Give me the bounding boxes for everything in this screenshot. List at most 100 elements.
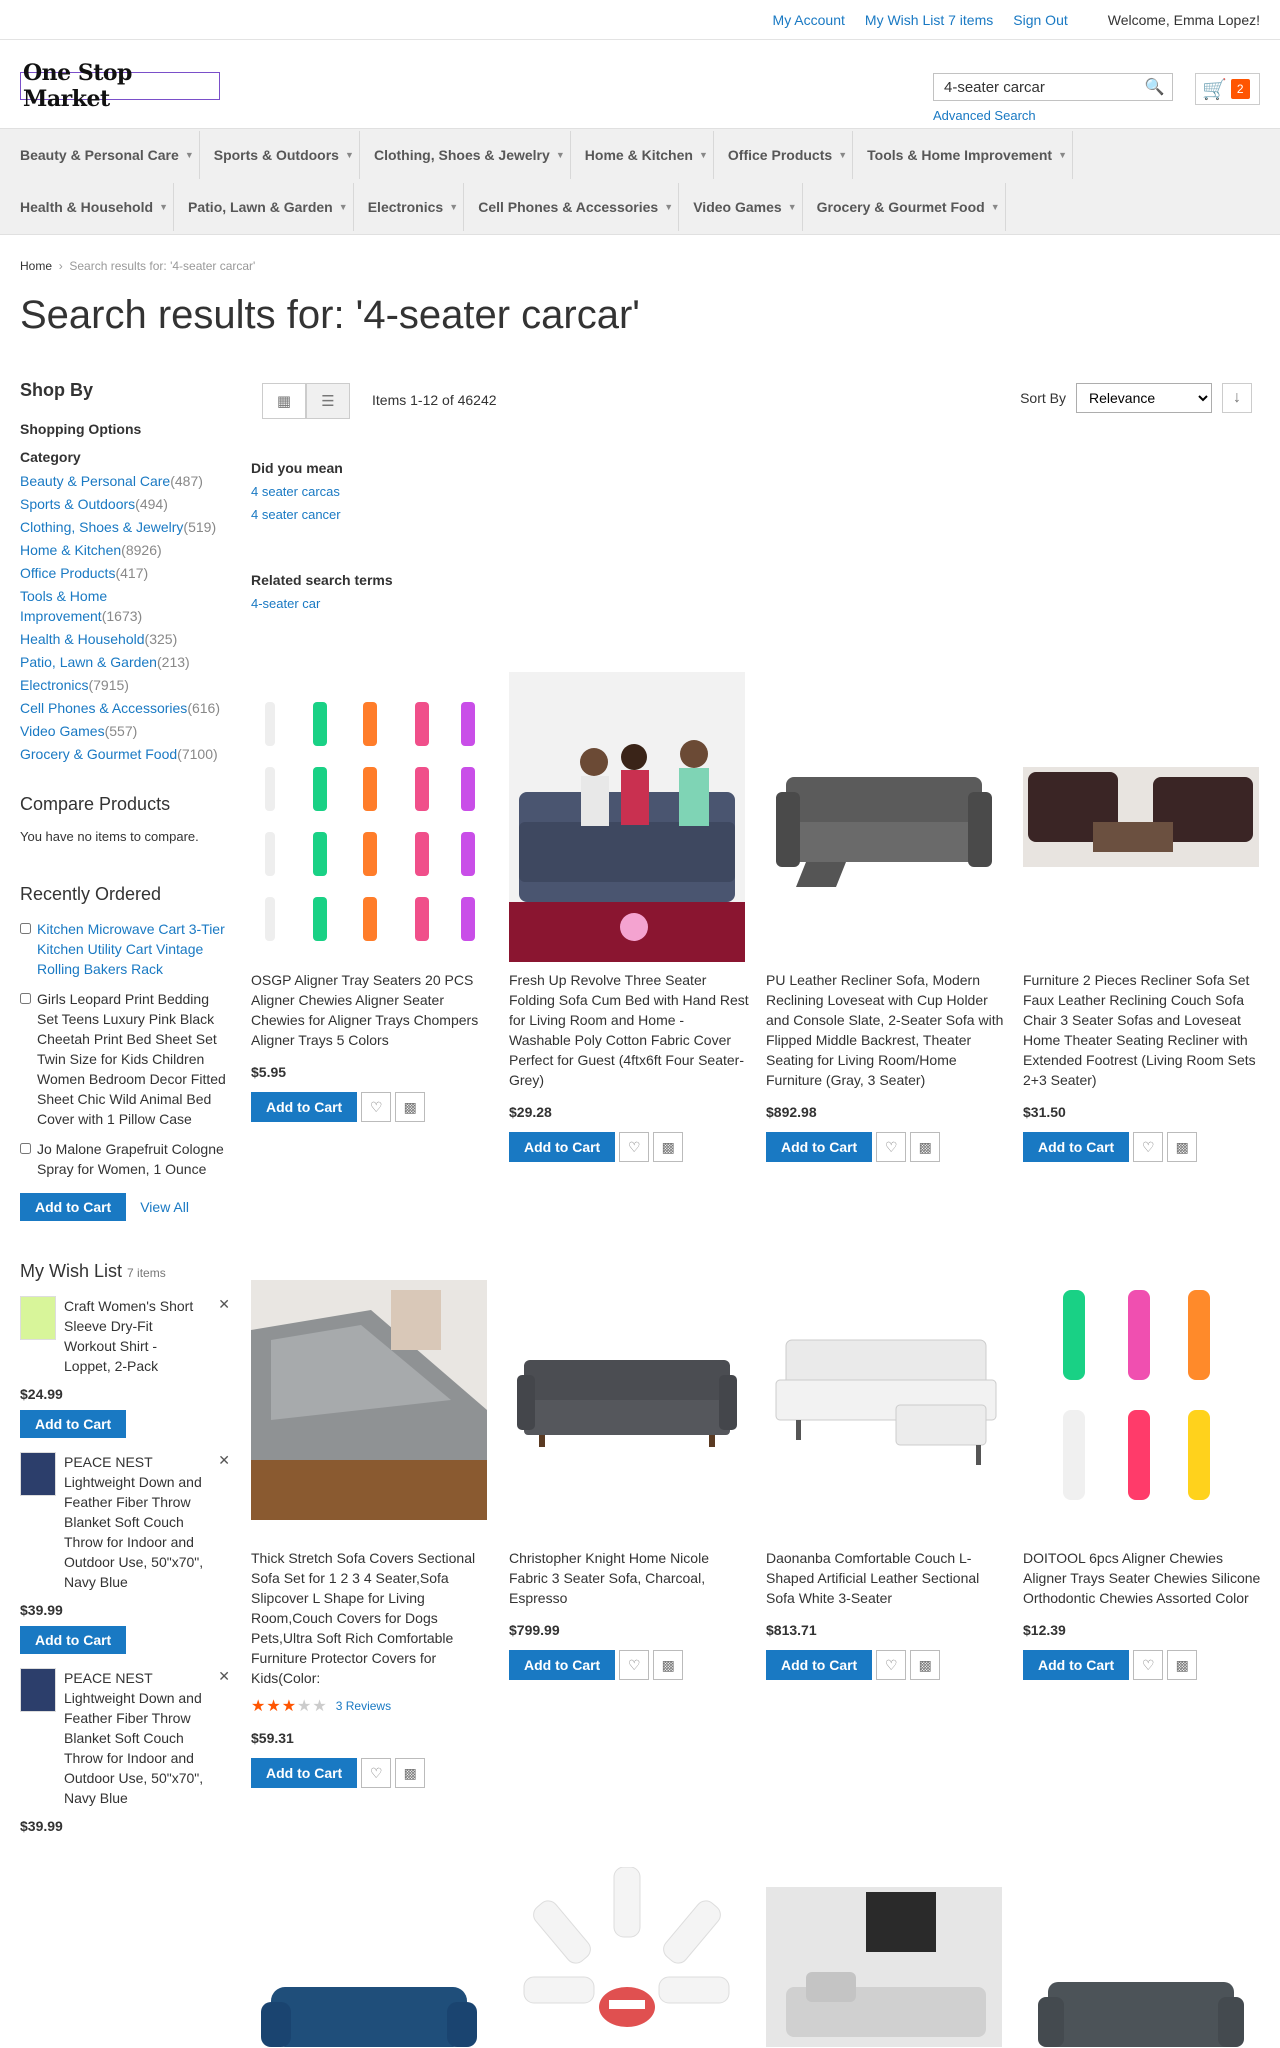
compare-icon[interactable]: ▩ [910, 1650, 941, 1680]
nav-office[interactable]: Office Products ▼ [717, 131, 854, 179]
nav-health[interactable]: Health & Household ▼ [10, 183, 175, 231]
wishlist-item-name[interactable]: PEACE NEST Lightweight Down and Feather … [64, 1668, 230, 1808]
compare-icon[interactable]: ▩ [1167, 1132, 1198, 1162]
product-name[interactable]: DOITOOL 6pcs Aligner Chewies Aligner Tra… [1023, 1548, 1263, 1608]
related-term-link[interactable]: 4-seater car [251, 596, 393, 611]
add-to-cart-button[interactable]: Add to Cart [766, 1650, 873, 1680]
product-name[interactable]: OSGP Aligner Tray Seaters 20 PCS Aligner… [251, 970, 491, 1050]
category-filter-item[interactable]: Office Products(417) [20, 563, 230, 583]
category-filter-item[interactable]: Grocery & Gourmet Food(7100) [20, 744, 230, 764]
product-name[interactable]: Furniture 2 Pieces Recliner Sofa Set Fau… [1023, 970, 1263, 1090]
arrow-down-icon[interactable]: ↓ [1222, 383, 1252, 413]
compare-icon[interactable]: ▩ [653, 1650, 684, 1680]
category-filter-link[interactable]: Sports & Outdoors [20, 496, 135, 512]
nav-beauty[interactable]: Beauty & Personal Care ▼ [10, 131, 200, 179]
add-to-cart-button[interactable]: Add to Cart [251, 1092, 358, 1122]
category-filter-link[interactable]: Clothing, Shoes & Jewelry [20, 519, 183, 535]
list-view-icon[interactable]: ☰ [306, 383, 350, 419]
sort-by-select[interactable]: Relevance [1076, 383, 1212, 413]
category-filter-item[interactable]: Sports & Outdoors(494) [20, 494, 230, 514]
heart-icon[interactable]: ♡ [1133, 1132, 1164, 1162]
product-image[interactable] [1023, 1250, 1259, 1540]
product-image[interactable] [251, 1250, 487, 1540]
nav-video-games[interactable]: Video Games ▼ [683, 183, 803, 231]
category-filter-item[interactable]: Cell Phones & Accessories(616) [20, 698, 230, 718]
product-image[interactable] [1023, 672, 1259, 962]
search-input[interactable] [934, 78, 1139, 96]
category-filter-item[interactable]: Beauty & Personal Care(487) [20, 471, 230, 491]
close-icon[interactable]: ✕ [218, 1452, 230, 1469]
recent-order-link[interactable]: Kitchen Microwave Cart 3-Tier Kitchen Ut… [37, 919, 230, 979]
store-logo[interactable]: One Stop Market [20, 60, 220, 112]
reviews-link[interactable]: 3 Reviews [336, 1699, 391, 1713]
wishlist-add-to-cart-button[interactable]: Add to Cart [20, 1626, 127, 1654]
product-image[interactable] [1023, 1867, 1259, 2047]
category-filter-item[interactable]: Home & Kitchen(8926) [20, 540, 230, 560]
wishlist-item-image[interactable] [20, 1296, 56, 1340]
compare-icon[interactable]: ▩ [395, 1092, 426, 1122]
heart-icon[interactable]: ♡ [876, 1132, 907, 1162]
suggestion-link[interactable]: 4 seater cancer [251, 507, 393, 522]
heart-icon[interactable]: ♡ [1133, 1650, 1164, 1680]
suggestion-link[interactable]: 4 seater carcas [251, 484, 393, 499]
product-name[interactable]: PU Leather Recliner Sofa, Modern Reclini… [766, 970, 1006, 1090]
category-filter-link[interactable]: Beauty & Personal Care [20, 473, 170, 489]
my-wishlist-link[interactable]: My Wish List 7 items [865, 12, 993, 28]
category-filter-item[interactable]: Patio, Lawn & Garden(213) [20, 652, 230, 672]
heart-icon[interactable]: ♡ [619, 1132, 650, 1162]
category-filter-item[interactable]: Clothing, Shoes & Jewelry(519) [20, 517, 230, 537]
wishlist-item-name[interactable]: PEACE NEST Lightweight Down and Feather … [64, 1452, 230, 1592]
category-filter-link[interactable]: Tools & Home Improvement [20, 588, 107, 624]
my-account-link[interactable]: My Account [773, 12, 845, 28]
category-filter-link[interactable]: Office Products [20, 565, 115, 581]
category-filter-item[interactable]: Electronics(7915) [20, 675, 230, 695]
compare-icon[interactable]: ▩ [1167, 1650, 1198, 1680]
category-filter-link[interactable]: Patio, Lawn & Garden [20, 654, 157, 670]
product-image[interactable] [251, 672, 487, 962]
heart-icon[interactable]: ♡ [361, 1092, 392, 1122]
add-to-cart-button[interactable]: Add to Cart [509, 1650, 616, 1680]
heart-icon[interactable]: ♡ [619, 1650, 650, 1680]
category-filter-link[interactable]: Health & Household [20, 631, 145, 647]
compare-icon[interactable]: ▩ [395, 1758, 426, 1788]
add-to-cart-button[interactable]: Add to Cart [509, 1132, 616, 1162]
view-all-link[interactable]: View All [140, 1199, 189, 1215]
category-filter-item[interactable]: Health & Household(325) [20, 629, 230, 649]
nav-cell-phones[interactable]: Cell Phones & Accessories ▼ [468, 183, 680, 231]
wishlist-item-name[interactable]: Craft Women's Short Sleeve Dry-Fit Worko… [64, 1296, 230, 1376]
close-icon[interactable]: ✕ [218, 1668, 230, 1685]
product-image[interactable] [509, 672, 745, 962]
category-filter-item[interactable]: Tools & Home Improvement(1673) [20, 586, 230, 626]
heart-icon[interactable]: ♡ [361, 1758, 392, 1788]
search-icon[interactable]: 🔍 [1139, 74, 1169, 100]
wishlist-item-image[interactable] [20, 1452, 56, 1496]
wishlist-item-image[interactable] [20, 1668, 56, 1712]
recent-order-checkbox[interactable] [20, 1143, 31, 1154]
recent-order-checkbox[interactable] [20, 923, 31, 934]
recent-add-to-cart-button[interactable]: Add to Cart [20, 1193, 127, 1221]
nav-clothing[interactable]: Clothing, Shoes & Jewelry ▼ [363, 131, 571, 179]
category-filter-link[interactable]: Home & Kitchen [20, 542, 121, 558]
category-filter-link[interactable]: Grocery & Gourmet Food [20, 746, 177, 762]
close-icon[interactable]: ✕ [218, 1296, 230, 1313]
product-image[interactable] [509, 1867, 745, 2047]
breadcrumb-home[interactable]: Home [20, 259, 52, 273]
recent-order-link[interactable]: Jo Malone Grapefruit Cologne Spray for W… [37, 1139, 230, 1179]
add-to-cart-button[interactable]: Add to Cart [1023, 1650, 1130, 1680]
product-name[interactable]: Fresh Up Revolve Three Seater Folding So… [509, 970, 749, 1090]
product-image[interactable] [509, 1250, 745, 1540]
product-name[interactable]: Daonanba Comfortable Couch L-Shaped Arti… [766, 1548, 1006, 1608]
recent-order-checkbox[interactable] [20, 993, 31, 1004]
nav-home-kitchen[interactable]: Home & Kitchen ▼ [574, 131, 714, 179]
recent-order-link[interactable]: Girls Leopard Print Bedding Set Teens Lu… [37, 989, 230, 1129]
product-image[interactable] [766, 672, 1002, 962]
product-name[interactable]: Thick Stretch Sofa Covers Sectional Sofa… [251, 1548, 491, 1688]
compare-icon[interactable]: ▩ [653, 1132, 684, 1162]
heart-icon[interactable]: ♡ [876, 1650, 907, 1680]
compare-icon[interactable]: ▩ [910, 1132, 941, 1162]
grid-view-icon[interactable]: ▦ [262, 383, 306, 419]
add-to-cart-button[interactable]: Add to Cart [766, 1132, 873, 1162]
category-filter-link[interactable]: Video Games [20, 723, 105, 739]
category-filter-link[interactable]: Cell Phones & Accessories [20, 700, 187, 716]
nav-patio[interactable]: Patio, Lawn & Garden ▼ [178, 183, 354, 231]
